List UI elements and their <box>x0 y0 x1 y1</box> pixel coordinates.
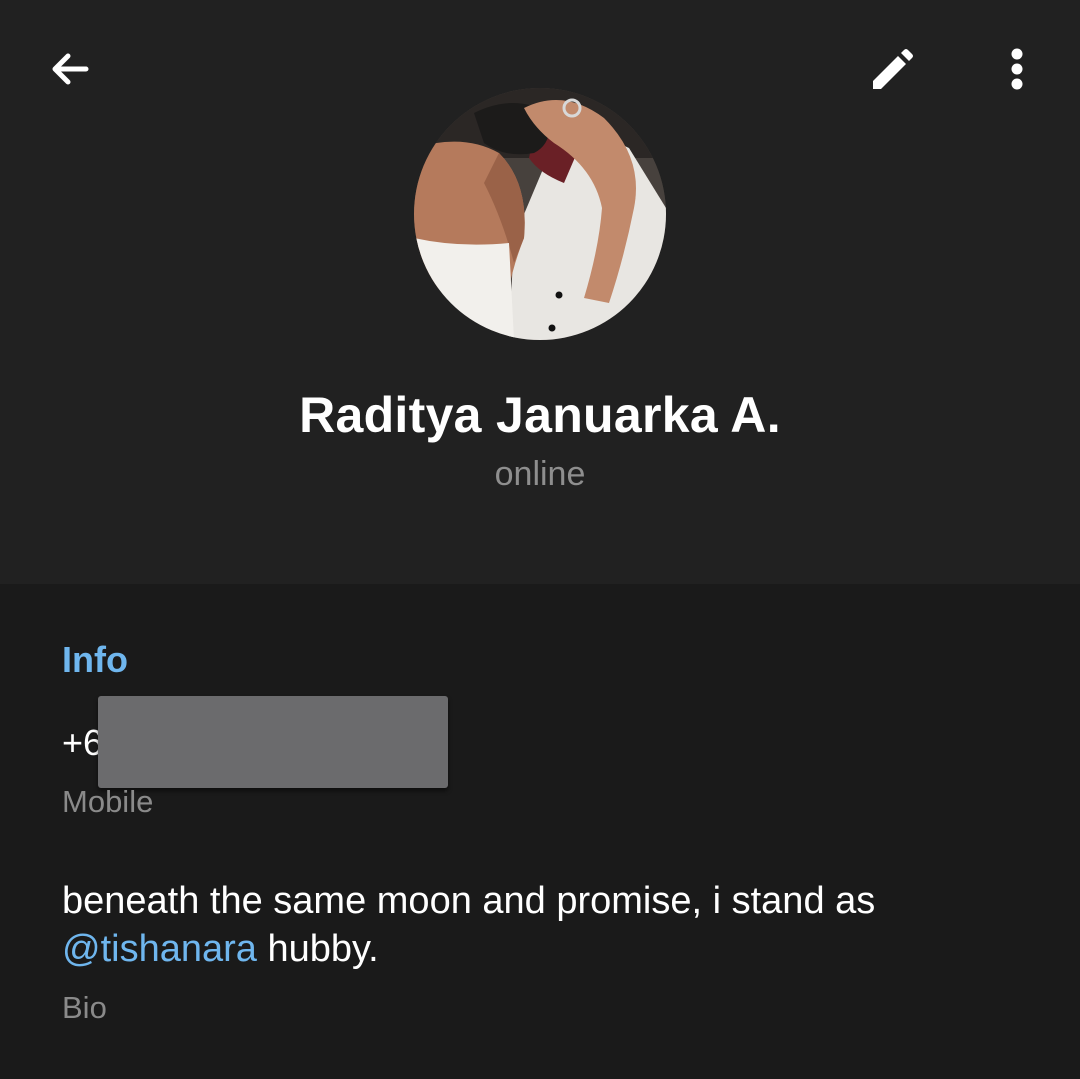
profile-name: Raditya Januarka A. <box>299 387 781 443</box>
section-title-info: Info <box>62 639 128 680</box>
phone-label: Mobile <box>62 784 154 819</box>
redaction-box <box>98 696 448 788</box>
profile-header: Raditya Januarka A. online <box>0 0 1080 584</box>
more-options-button[interactable] <box>981 33 1053 105</box>
edit-button[interactable] <box>855 35 927 107</box>
back-button[interactable] <box>34 33 106 105</box>
phone-number[interactable]: +6 <box>62 722 103 764</box>
more-vertical-icon <box>1011 48 1023 90</box>
avatar[interactable] <box>414 88 666 340</box>
profile-photo <box>414 88 666 340</box>
arrow-left-icon <box>52 53 89 85</box>
pencil-icon <box>873 49 913 89</box>
bio-mention-link[interactable]: @tishanara <box>62 928 257 970</box>
bio-text: beneath the same moon and promise, i sta… <box>62 877 1022 973</box>
online-status: online <box>494 455 586 493</box>
bio-text-start: beneath the same moon and promise, i sta… <box>62 880 876 922</box>
bio-label: Bio <box>62 990 107 1025</box>
bio-text-end: hubby. <box>256 928 379 970</box>
info-section: Info +6 Mobile beneath the same moon and… <box>0 584 1080 1079</box>
